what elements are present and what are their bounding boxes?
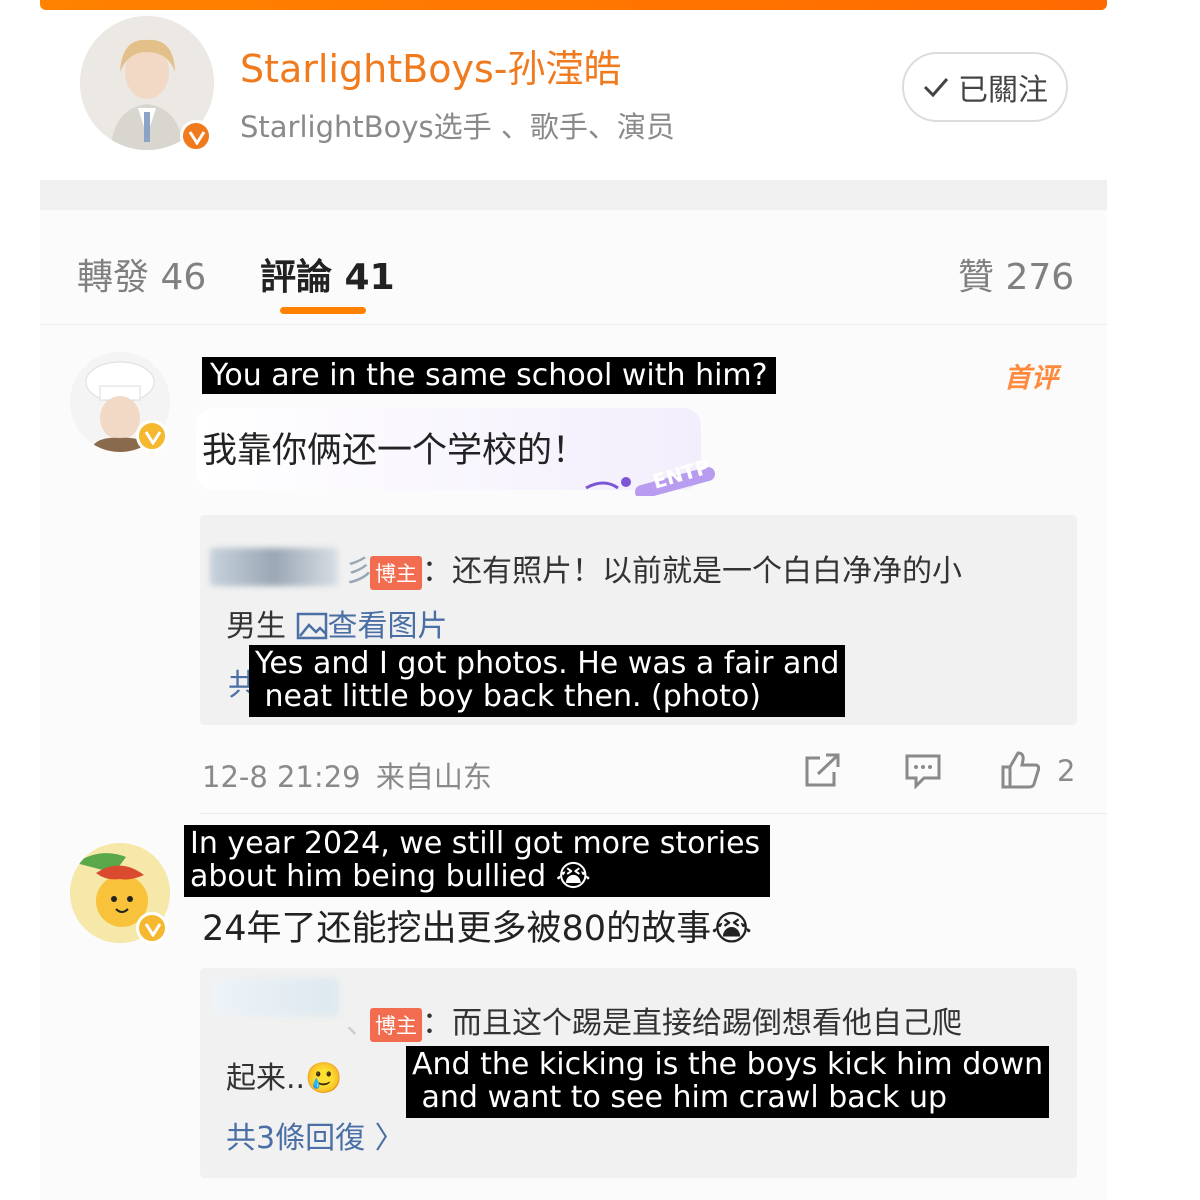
location: 来自山东 xyxy=(375,760,492,794)
verified-badge-icon xyxy=(136,420,168,452)
blurred-username xyxy=(210,548,338,586)
reply-line-2: 起来..🥲 xyxy=(226,1061,343,1096)
comment-divider xyxy=(200,813,1107,814)
section-divider xyxy=(40,180,1107,210)
comment-time: 12-8 21:29 来自山东 xyxy=(202,754,492,796)
tab-likes[interactable]: 贊 276 xyxy=(958,248,1074,300)
reply-icon[interactable] xyxy=(904,753,942,793)
reply-line-2: 男生 查看图片 xyxy=(226,601,448,645)
image-icon xyxy=(296,612,327,640)
timestamp: 12-8 21:29 xyxy=(202,760,361,794)
following-button[interactable]: 已關注 xyxy=(902,52,1068,122)
view-images-link[interactable]: 查看图片 xyxy=(296,609,448,644)
first-comment-badge: 首评 xyxy=(1004,363,1058,394)
verified-badge-icon xyxy=(180,120,212,152)
reply-line-1: 博主 ：还有照片！以前就是一个白白净净的小 xyxy=(370,546,962,590)
account-description: StarlightBoys选手 、歌手、演员 xyxy=(240,110,675,144)
translation-caption: Yes and I got photos. He was a fair and … xyxy=(249,645,846,717)
reply-text: ：而且这个踢是直接给踢倒想看他自己爬 xyxy=(422,1006,962,1041)
account-name[interactable]: StarlightBoys-孙滢皓 xyxy=(240,38,621,93)
share-icon[interactable] xyxy=(804,752,842,792)
following-label: 已關注 xyxy=(958,73,1048,108)
reply-text-cont: 男生 xyxy=(226,609,286,644)
reply-text: ：还有照片！以前就是一个白白净净的小 xyxy=(422,554,962,589)
comment-text: 我靠你俩还一个学校的！ xyxy=(202,431,588,471)
blurred-username xyxy=(212,978,338,1016)
translation-caption: And the kicking is the boys kick him dow… xyxy=(406,1046,1050,1118)
tab-reposts[interactable]: 轉發 46 xyxy=(77,248,206,300)
translation-caption: In year 2024, we still got more stories … xyxy=(184,825,771,897)
tab-comments[interactable]: 評論 41 xyxy=(260,248,395,300)
owner-tag: 博主 xyxy=(370,1007,422,1042)
owner-tag: 博主 xyxy=(370,555,422,590)
checkmark-icon xyxy=(923,78,949,98)
entp-sticker: ENTP xyxy=(582,452,722,499)
view-images-label: 查看图片 xyxy=(327,609,448,644)
reply-line-1: 博主 ：而且这个踢是直接给踢倒想看他自己爬 xyxy=(370,998,962,1042)
active-tab-indicator xyxy=(280,307,366,314)
top-accent-bar xyxy=(40,0,1107,10)
translation-caption: You are in the same school with him? xyxy=(202,357,776,394)
comment-text: 24年了还能挖出更多被80的故事😭 xyxy=(202,909,752,949)
more-replies-link[interactable]: 共3條回復 〉 xyxy=(226,1113,405,1157)
like-icon[interactable] xyxy=(1000,750,1042,794)
tab-bar: 轉發 46 評論 41 贊 276 xyxy=(40,210,1107,325)
verified-badge-icon xyxy=(136,912,168,944)
like-count: 2 xyxy=(1057,754,1076,788)
